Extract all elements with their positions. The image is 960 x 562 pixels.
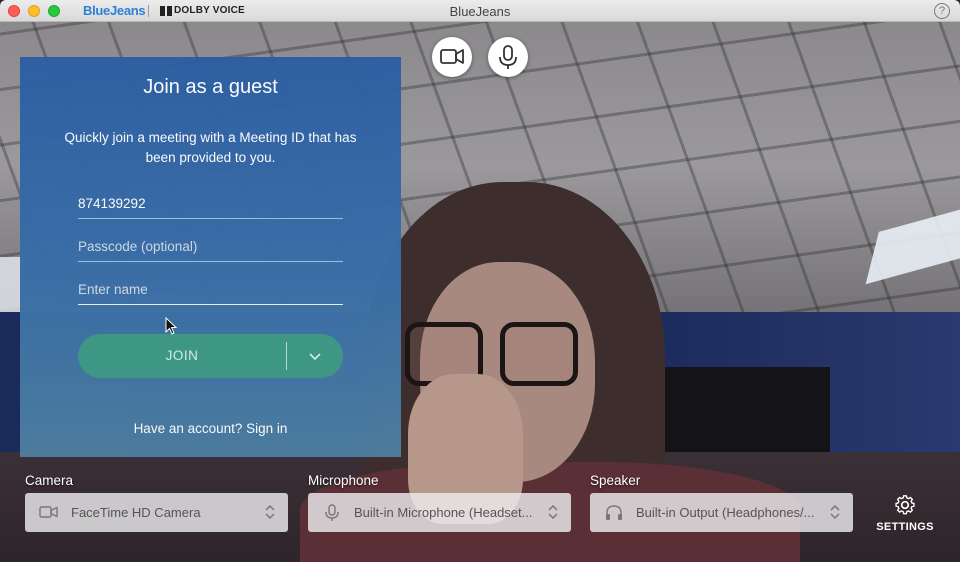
camera-label: Camera — [25, 473, 74, 488]
speaker-select[interactable]: Built-in Output (Headphones/... — [590, 493, 853, 532]
chevron-down-icon — [309, 353, 321, 361]
settings-label: SETTINGS — [876, 521, 934, 533]
camera-select-value: FaceTime HD Camera — [71, 505, 201, 520]
passcode-input[interactable] — [78, 232, 343, 262]
ceiling-light — [0, 257, 20, 317]
camera-select[interactable]: FaceTime HD Camera — [25, 493, 288, 532]
join-button[interactable]: JOIN — [78, 334, 343, 378]
bluejeans-window: BlueJeans DOLBY VOICE BlueJeans ? Join a… — [0, 0, 960, 562]
join-as-guest-panel: Join as a guest Quickly join a meeting w… — [20, 57, 401, 457]
microphone-toggle-button[interactable] — [488, 37, 528, 77]
gear-icon — [895, 495, 915, 515]
updown-chevron-icon — [830, 504, 840, 520]
microphone-icon — [499, 45, 517, 69]
speaker-label: Speaker — [590, 473, 641, 488]
glasses-lens — [500, 322, 578, 386]
meeting-id-input[interactable] — [78, 189, 343, 219]
window-title: BlueJeans — [449, 4, 511, 19]
question-circle-icon[interactable]: ? — [934, 3, 950, 19]
video-camera-icon — [39, 506, 58, 518]
microphone-select[interactable]: Built-in Microphone (Headset... — [308, 493, 571, 532]
speaker-select-value: Built-in Output (Headphones/... — [636, 505, 815, 520]
join-options-dropdown[interactable] — [287, 334, 343, 378]
updown-chevron-icon — [548, 504, 558, 520]
title-bar: BlueJeans DOLBY VOICE BlueJeans ? — [0, 0, 960, 22]
panel-description: Quickly join a meeting with a Meeting ID… — [64, 130, 357, 165]
video-camera-icon — [440, 49, 464, 64]
updown-chevron-icon — [265, 504, 275, 520]
microphone-select-value: Built-in Microphone (Headset... — [354, 505, 533, 520]
microphone-icon — [325, 504, 339, 521]
microphone-label: Microphone — [308, 473, 379, 488]
camera-toggle-button[interactable] — [432, 37, 472, 77]
panel-title: Join as a guest — [143, 76, 278, 98]
headphones-icon — [606, 505, 622, 520]
mouse-cursor-icon — [165, 317, 178, 335]
name-input[interactable] — [78, 275, 343, 305]
sign-in-link[interactable]: Have an account? Sign in — [20, 421, 401, 436]
join-button-label: JOIN — [165, 348, 199, 363]
settings-button[interactable]: SETTINGS — [874, 493, 936, 538]
